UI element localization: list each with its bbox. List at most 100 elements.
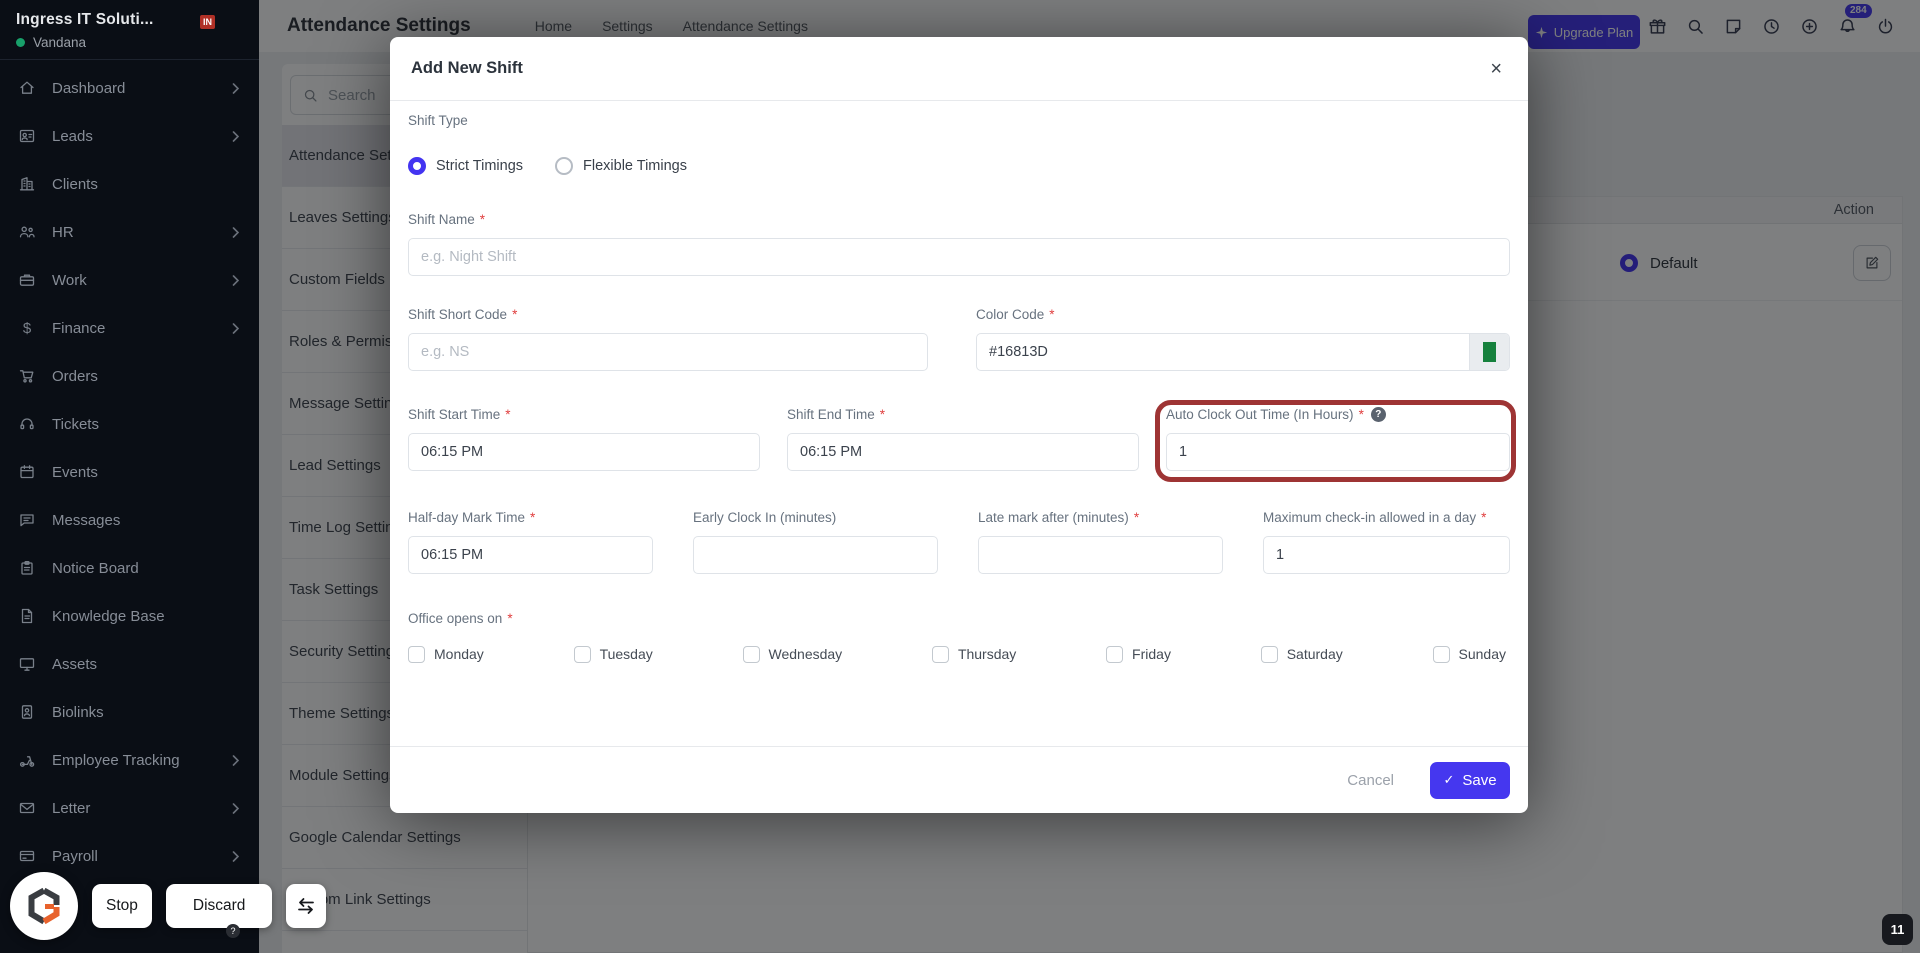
monday-checkbox[interactable]: Monday: [408, 642, 484, 666]
sidebar-item-notice-board[interactable]: Notice Board: [0, 544, 259, 592]
strict-timings-radio[interactable]: Strict Timings: [408, 157, 523, 175]
brand-logo: IN: [200, 15, 215, 29]
sidebar-item-hr[interactable]: HR: [0, 208, 259, 256]
shift-end-time-input[interactable]: [787, 433, 1139, 471]
sidebar-item-label: HR: [52, 223, 74, 241]
required-marker: *: [479, 212, 486, 227]
auto-clock-out-field: Auto Clock Out Time (In Hours) * ?: [1155, 400, 1516, 482]
checkbox-icon[interactable]: [408, 645, 425, 663]
shift-type-label: Shift Type: [408, 113, 468, 128]
chevron-right-icon: [232, 274, 239, 286]
thursday-checkbox[interactable]: Thursday: [931, 642, 1016, 666]
limits-row: Half-day Mark Time* Early Clock In (minu…: [408, 510, 1510, 574]
color-code-group: [976, 333, 1510, 371]
add-new-shift-modal: Add New Shift × Shift Type Strict Timing…: [390, 37, 1528, 813]
shift-name-input[interactable]: [408, 238, 1510, 276]
office-opens-on-label: Office opens on *: [408, 611, 513, 626]
close-icon[interactable]: ×: [1490, 59, 1502, 79]
checkbox-icon[interactable]: [573, 645, 591, 663]
dollar-icon: $: [22, 319, 32, 337]
people-icon: [17, 223, 37, 241]
page-count-badge: 11: [1882, 914, 1913, 945]
color-code-input[interactable]: [977, 334, 1469, 370]
sidebar-item-label: Finance: [52, 319, 106, 337]
org-header[interactable]: Ingress IT Soluti... IN Vandana: [0, 0, 259, 59]
required-marker: *: [505, 407, 511, 422]
sidebar-item-employee-tracking[interactable]: Employee Tracking: [0, 736, 259, 784]
flexible-timings-radio[interactable]: Flexible Timings: [555, 157, 687, 175]
max-checkin-input[interactable]: [1263, 536, 1510, 574]
early-clock-in-input[interactable]: [693, 536, 938, 574]
shift-end-time-field: Shift End Time *: [787, 407, 1139, 471]
sidebar-item-assets[interactable]: Assets: [0, 640, 259, 688]
times-row: Shift Start Time* Shift End Time* Auto C…: [408, 400, 1516, 482]
help-icon[interactable]: ?: [1370, 407, 1386, 422]
shift-short-code-input[interactable]: [408, 333, 928, 371]
sidebar-item-label: Assets: [52, 655, 98, 673]
widget-help-icon[interactable]: ?: [226, 924, 240, 938]
required-marker: *: [512, 307, 518, 322]
calendar-icon: [17, 463, 37, 481]
shift-type-options: Strict Timings Flexible Timings: [408, 154, 1510, 178]
chevron-right-icon: [232, 802, 239, 814]
chat-icon: [17, 511, 37, 529]
sidebar-item-biolinks[interactable]: Biolinks: [0, 688, 259, 736]
checkbox-icon[interactable]: [931, 645, 949, 663]
color-swatch[interactable]: [1483, 342, 1496, 362]
shift-start-time-input[interactable]: [408, 433, 760, 471]
wednesday-checkbox[interactable]: Wednesday: [742, 642, 842, 666]
stop-button[interactable]: Stop: [92, 884, 152, 928]
sidebar-item-messages[interactable]: Messages: [0, 496, 259, 544]
chevron-right-icon: [232, 322, 239, 334]
assistant-logo[interactable]: [10, 872, 78, 940]
discard-button[interactable]: Discard: [165, 884, 273, 928]
sidebar-item-label: Work: [52, 271, 87, 289]
half-day-mark-input[interactable]: [408, 536, 653, 574]
sidebar-item-label: Leads: [52, 127, 93, 145]
late-mark-after-input[interactable]: [978, 536, 1223, 574]
checkbox-icon[interactable]: [1260, 645, 1278, 663]
envelope-icon: [17, 799, 37, 817]
sidebar-item-label: Employee Tracking: [52, 751, 180, 769]
sidebar-item-letter[interactable]: Letter: [0, 784, 259, 832]
friday-checkbox[interactable]: Friday: [1106, 642, 1171, 666]
saturday-checkbox[interactable]: Saturday: [1260, 642, 1343, 666]
sidebar-item-dashboard[interactable]: Dashboard: [0, 64, 259, 112]
clipboard-icon: [17, 559, 37, 577]
radio-icon[interactable]: [555, 157, 574, 175]
building-icon: [17, 175, 37, 193]
shift-name-field: Shift Name *: [408, 212, 1510, 276]
tuesday-checkbox[interactable]: Tuesday: [573, 642, 653, 666]
chevron-right-icon: [232, 850, 239, 862]
sunday-checkbox[interactable]: Sunday: [1432, 642, 1506, 666]
sidebar-item-finance[interactable]: $ Finance: [0, 304, 259, 352]
sidebar-item-knowledge-base[interactable]: Knowledge Base: [0, 592, 259, 640]
required-marker: *: [879, 407, 886, 422]
cancel-button[interactable]: Cancel: [1347, 772, 1394, 789]
sidebar-item-label: Notice Board: [52, 559, 139, 577]
checkbox-icon[interactable]: [742, 645, 760, 663]
radio-icon[interactable]: [408, 157, 426, 175]
modal-header: Add New Shift ×: [390, 37, 1528, 101]
user-name: Vandana: [33, 35, 87, 50]
sidebar-item-events[interactable]: Events: [0, 448, 259, 496]
sidebar-item-tickets[interactable]: Tickets: [0, 400, 259, 448]
save-button[interactable]: ✓ Save: [1430, 761, 1510, 799]
color-picker-addon[interactable]: [1469, 334, 1509, 370]
color-code-field: Color Code *: [976, 307, 1510, 371]
sidebar-item-clients[interactable]: Clients: [0, 160, 259, 208]
sidebar-item-label: Payroll: [52, 847, 98, 865]
chevron-right-icon: [232, 754, 239, 766]
swap-arrows-icon: [298, 898, 315, 914]
auto-clock-out-input[interactable]: [1166, 433, 1510, 471]
monitor-icon: [17, 655, 37, 673]
modal-title: Add New Shift: [411, 59, 523, 77]
checkbox-icon[interactable]: [1106, 645, 1124, 663]
sidebar-item-label: Letter: [52, 799, 91, 817]
sidebar-item-leads[interactable]: Leads: [0, 112, 259, 160]
early-clock-in-label: Early Clock In (minutes): [693, 510, 837, 525]
swap-arrows-button[interactable]: [286, 884, 327, 928]
checkbox-icon[interactable]: [1432, 645, 1450, 663]
sidebar-item-work[interactable]: Work: [0, 256, 259, 304]
sidebar-item-orders[interactable]: Orders: [0, 352, 259, 400]
